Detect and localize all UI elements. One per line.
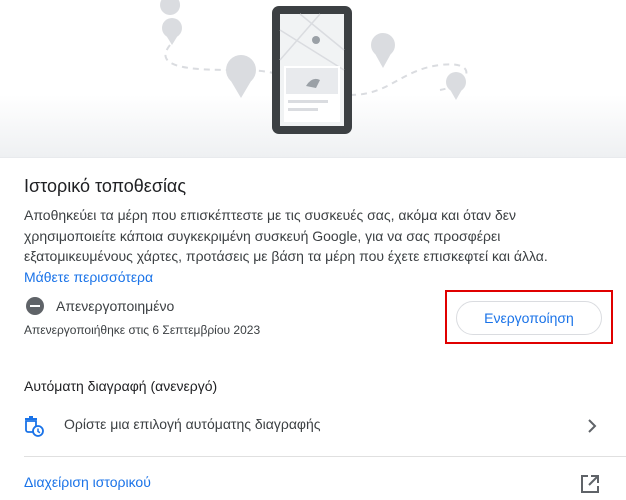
status-label: Απενεργοποιημένο (56, 298, 175, 314)
status-row: Απενεργοποιημένο (26, 297, 174, 315)
chevron-right-icon (584, 418, 600, 439)
description: Αποθηκεύει τα μέρη που επισκέπτεστε με τ… (24, 205, 604, 287)
section-divider-bottom (24, 456, 626, 457)
status-date: Απενεργοποιήθηκε στις 6 Σεπτεμβρίου 2023 (24, 323, 261, 337)
auto-delete-icon (24, 416, 44, 443)
learn-more-link[interactable]: Μάθετε περισσότερα (24, 267, 153, 288)
description-text: Αποθηκεύει τα μέρη που επισκέπτεστε με τ… (24, 207, 548, 264)
open-in-new-icon[interactable] (580, 474, 600, 499)
page-title: Ιστορικό τοποθεσίας (24, 176, 187, 196)
auto-delete-heading: Αυτόματη διαγραφή (ανενεργό) (24, 378, 218, 394)
enable-button[interactable]: Ενεργοποίηση (456, 301, 602, 335)
auto-delete-option-row[interactable]: Ορίστε μια επιλογή αυτόματης διαγραφής (0, 404, 626, 448)
remove-circle-icon (26, 297, 44, 315)
manage-history-link[interactable]: Διαχείριση ιστορικού (24, 474, 151, 490)
section-divider (0, 157, 626, 158)
header-illustration (0, 0, 626, 158)
auto-delete-option-label: Ορίστε μια επιλογή αυτόματης διαγραφής (64, 416, 321, 432)
